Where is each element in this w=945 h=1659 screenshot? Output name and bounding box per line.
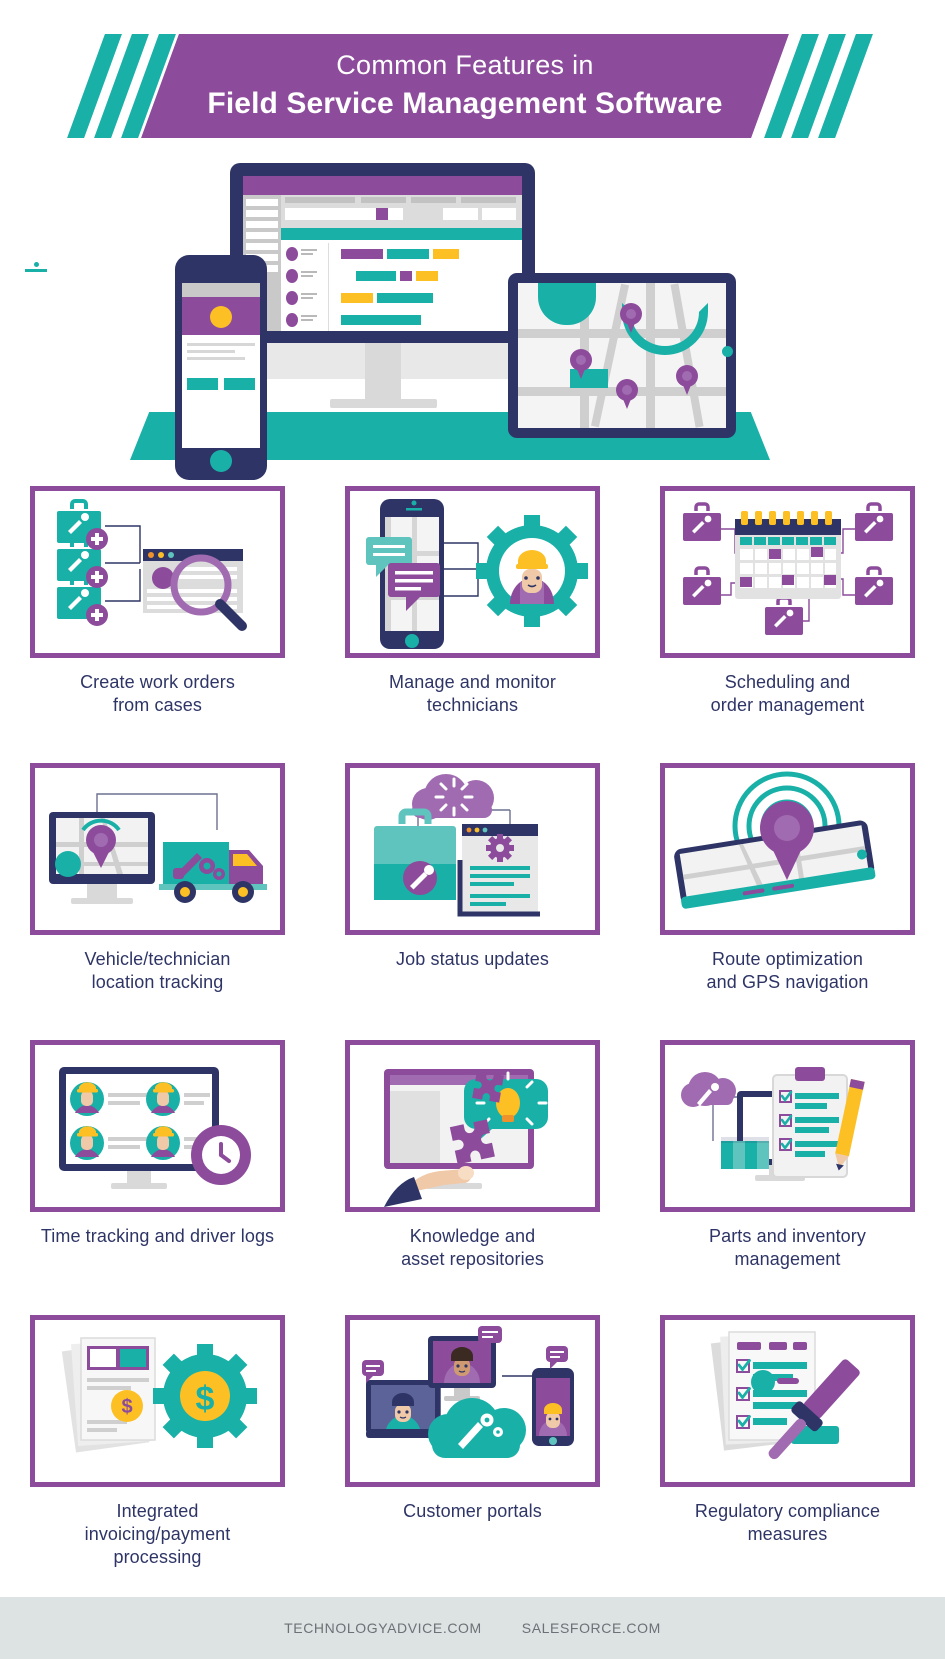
- feature-card: Parts and inventory management: [630, 1040, 945, 1271]
- card-label-line: measures: [747, 1524, 828, 1545]
- monitor-screen: [243, 176, 522, 331]
- feature-card: Vehicle/technician location tracking: [0, 763, 315, 994]
- card-label: Scheduling and order management: [705, 671, 871, 717]
- card-label-line: Regulatory compliance: [694, 1501, 881, 1522]
- task-row: [281, 243, 522, 265]
- app-filter-bar: [281, 195, 522, 228]
- card-label-line: Integrated: [116, 1501, 199, 1522]
- card-label-line: Route optimization: [712, 949, 863, 970]
- card-label-line: Parts and inventory: [709, 1226, 866, 1247]
- clipboard-checklist-pencil-parts-icon: [660, 1040, 915, 1213]
- feature-row-4: $ $ Integrated invoicing/payment process…: [0, 1315, 945, 1569]
- source-salesforce: SALESFORCE.COM: [521, 1620, 661, 1636]
- card-label-line: Job status updates: [396, 949, 549, 970]
- card-label-line: from cases: [112, 695, 202, 716]
- feature-card: Job status updates: [315, 763, 630, 994]
- gps-pin-signal-tablet-icon: [660, 763, 915, 936]
- card-label: Customer portals: [397, 1500, 548, 1523]
- card-label-line: asset repositories: [401, 1249, 544, 1270]
- work-orders-toolboxes-browser-search-icon: [30, 486, 285, 658]
- feature-card-grid: Create work orders from cases Manage and…: [0, 486, 945, 1569]
- task-row: [281, 309, 522, 331]
- footer-sources: TECHNOLOGYADVICE.COM SALESFORCE.COM: [0, 1597, 945, 1659]
- task-row: [281, 265, 522, 287]
- feature-card: Time tracking and driver logs: [0, 1040, 315, 1271]
- title-line-1: Common Features in: [336, 50, 594, 81]
- hero-illustration: [0, 150, 945, 480]
- app-task-rows: [281, 243, 522, 331]
- infographic-page: Common Features in Field Service Managem…: [0, 0, 945, 1659]
- card-label: Job status updates: [390, 948, 555, 971]
- card-label: Parts and inventory management: [703, 1225, 872, 1271]
- app-teal-divider: [281, 228, 522, 240]
- svg-text:$: $: [196, 1380, 215, 1418]
- cloud-toolbox-browser-gear-icon: [345, 763, 600, 936]
- card-label: Integrated invoicing/payment processing: [79, 1500, 237, 1569]
- card-label: Vehicle/technician location tracking: [79, 948, 237, 994]
- card-label-line: location tracking: [91, 972, 224, 993]
- monitor-technician-avatars-clock-icon: [30, 1040, 285, 1213]
- phone-speaker: [25, 269, 47, 272]
- card-label-line: processing: [113, 1547, 202, 1568]
- card-label-line: Create work orders: [80, 672, 235, 692]
- card-label-line: Scheduling and: [724, 672, 851, 692]
- card-label-line: Time tracking and driver logs: [40, 1226, 275, 1247]
- phone-home-button: [210, 450, 232, 472]
- source-technologyadvice: TECHNOLOGYADVICE.COM: [284, 1620, 482, 1636]
- customer-avatars-service-cloud-icon: [345, 1315, 600, 1488]
- card-label-line: Customer portals: [403, 1501, 542, 1522]
- feature-row-2: Vehicle/technician location tracking Job…: [0, 763, 945, 994]
- card-label: Manage and monitor technicians: [383, 671, 562, 717]
- feature-card: Customer portals: [315, 1315, 630, 1569]
- card-label: Time tracking and driver logs: [35, 1225, 280, 1248]
- card-label: Knowledge and asset repositories: [395, 1225, 550, 1271]
- card-label-line: Vehicle/technician: [84, 949, 231, 970]
- header-banner: Common Features in Field Service Managem…: [0, 34, 945, 138]
- feature-card: Manage and monitor technicians: [315, 486, 630, 717]
- app-main-panel: [281, 195, 522, 331]
- tablet-map-screen: [518, 283, 726, 428]
- title-line-2: Field Service Management Software: [207, 86, 723, 120]
- feature-card: Knowledge and asset repositories: [315, 1040, 630, 1271]
- feature-row-1: Create work orders from cases Manage and…: [0, 486, 945, 717]
- card-label-line: management: [734, 1249, 841, 1270]
- feature-card: $ $ Integrated invoicing/payment process…: [0, 1315, 315, 1569]
- monitor-map-pin-service-truck-icon: [30, 763, 285, 936]
- card-label-line: Manage and monitor: [389, 672, 556, 692]
- calendar-toolboxes-icon: [660, 486, 915, 658]
- page-title: Common Features in Field Service Managem…: [160, 34, 770, 138]
- monitor-stand-neck: [365, 343, 401, 406]
- compliance-checklist-gavel-icon: [660, 1315, 915, 1488]
- phone-screen: [182, 283, 260, 448]
- invoice-documents-dollar-gear-icon: $ $: [30, 1315, 285, 1488]
- phone-chat-technician-gear-icon: [345, 486, 600, 658]
- feature-card: Create work orders from cases: [0, 486, 315, 717]
- card-label: Route optimization and GPS navigation: [701, 948, 875, 994]
- monitor-hand-puzzle-lightbulb-icon: [345, 1040, 600, 1213]
- card-label-line: and GPS navigation: [706, 972, 869, 993]
- card-label-line: Knowledge and: [409, 1226, 536, 1247]
- card-label-line: invoicing/payment: [84, 1524, 231, 1545]
- task-row: [281, 287, 522, 309]
- svg-text:$: $: [121, 1396, 132, 1418]
- card-label: Create work orders from cases: [74, 671, 241, 717]
- tablet-home-button: [722, 346, 733, 357]
- monitor-stand-foot: [330, 399, 437, 408]
- card-label-line: technicians: [426, 695, 519, 716]
- feature-row-3: Time tracking and driver logs Knowledge …: [0, 1040, 945, 1271]
- app-top-bar: [243, 176, 522, 195]
- phone-avatar-circle: [210, 306, 232, 328]
- feature-card: Regulatory compliance measures: [630, 1315, 945, 1569]
- card-label: Regulatory compliance measures: [689, 1500, 886, 1546]
- feature-card: Route optimization and GPS navigation: [630, 763, 945, 994]
- phone-camera: [34, 262, 39, 267]
- feature-card: Scheduling and order management: [630, 486, 945, 717]
- card-label-line: order management: [710, 695, 865, 716]
